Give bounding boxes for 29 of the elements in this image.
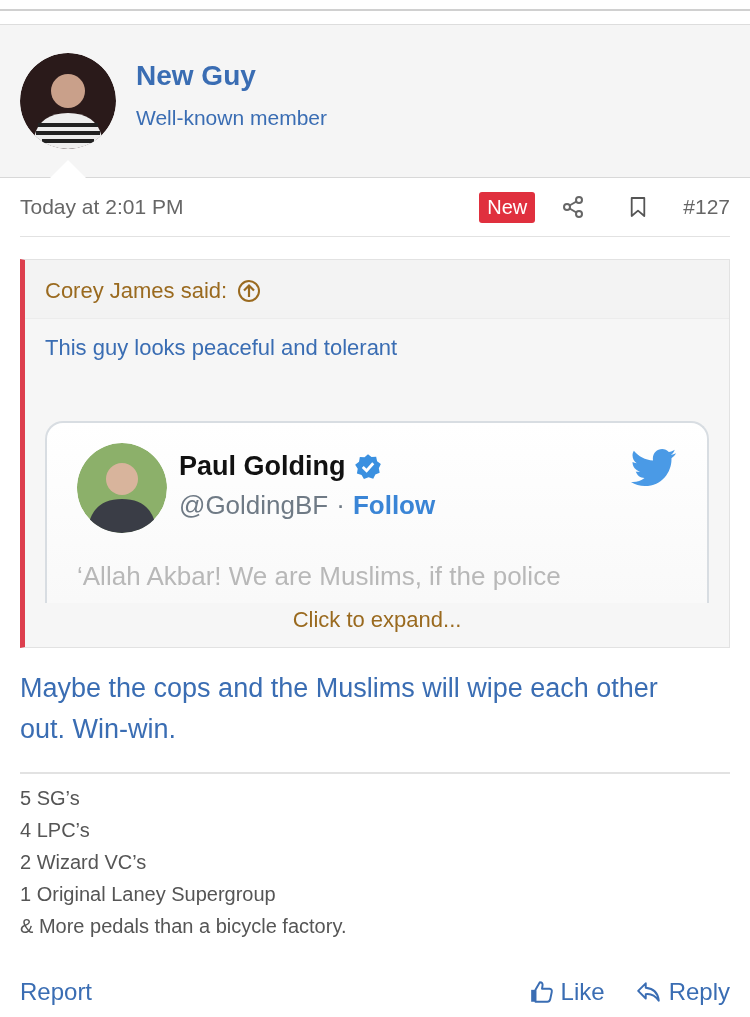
- bookmark-icon[interactable]: [629, 195, 648, 219]
- tweet-handle: @GoldingBF: [179, 490, 329, 521]
- thumbs-up-icon: [528, 979, 555, 1005]
- bird-icon[interactable]: [631, 449, 677, 487]
- expand-link[interactable]: Click to expand...: [292, 607, 462, 632]
- new-badge: New: [479, 191, 536, 223]
- quote-attribution-link[interactable]: Corey James said:: [45, 278, 228, 304]
- user-title: Well-known member: [136, 106, 327, 130]
- report-link[interactable]: Report: [20, 978, 93, 1006]
- arrow-up-icon[interactable]: [237, 279, 262, 303]
- avatar[interactable]: [20, 53, 116, 149]
- post-number-link[interactable]: #127: [683, 195, 730, 219]
- separator-dot: ·: [336, 490, 345, 521]
- follow-link[interactable]: Follow: [352, 490, 436, 521]
- like-button[interactable]: Like: [528, 978, 605, 1006]
- signature-line: 5 SG’s: [20, 786, 81, 811]
- post-date[interactable]: Today at 2:01 PM: [20, 195, 184, 219]
- share-icon[interactable]: [561, 195, 586, 219]
- reply-button[interactable]: Reply: [634, 978, 730, 1006]
- tweet-author-name[interactable]: Paul Golding: [179, 451, 346, 482]
- username-link[interactable]: New Guy: [136, 60, 327, 92]
- quote-text: This guy looks peaceful and tolerant: [45, 335, 399, 361]
- signature-line: 4 LPC’s: [20, 818, 91, 843]
- signature-line: 2 Wizard VC’s: [20, 850, 148, 875]
- tweet-text: ‘Allah Akbar! We are Muslims, if the police: [77, 561, 562, 592]
- post-body-text: Maybe the cops and the Muslims will wipe each other out. Win-win.: [20, 672, 659, 746]
- signature-line: 1 Original Laney Supergroup: [20, 882, 277, 907]
- signature-line: & More pedals than a bicycle factory.: [20, 914, 348, 939]
- reply-arrow-icon: [634, 979, 663, 1005]
